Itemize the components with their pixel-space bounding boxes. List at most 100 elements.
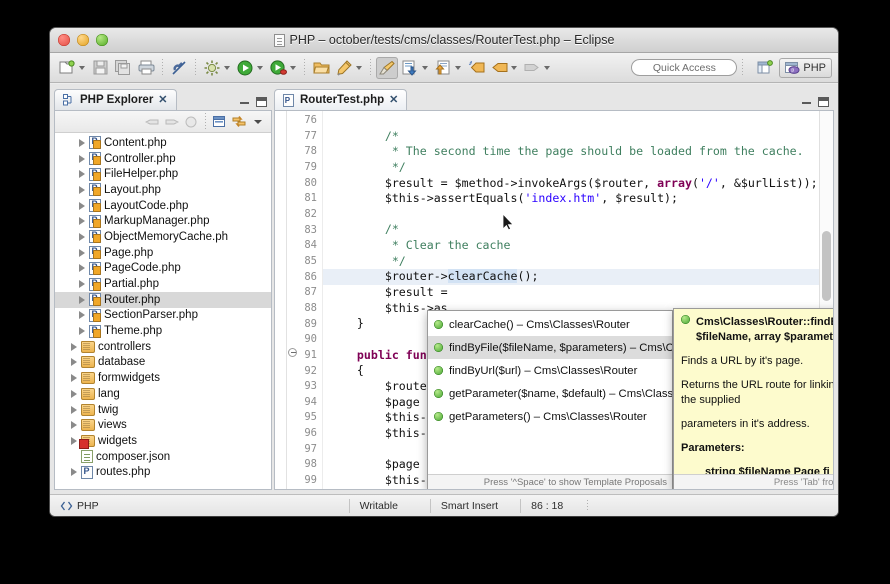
quick-access-input[interactable]: Quick Access: [631, 59, 737, 76]
expand-arrow-icon[interactable]: [69, 374, 78, 383]
tree-item-widgets[interactable]: widgets: [55, 433, 271, 449]
expand-arrow-icon[interactable]: [77, 170, 86, 179]
fold-collapse-icon[interactable]: [288, 348, 297, 357]
tree-item-controller-php[interactable]: Controller.php: [55, 151, 271, 167]
back-navigation-icon[interactable]: [488, 57, 510, 79]
new-file-dropdown-icon[interactable]: [79, 66, 85, 70]
tree-item-routes-php[interactable]: routes.php: [55, 464, 271, 480]
expand-arrow-icon[interactable]: [69, 342, 78, 351]
expand-arrow-icon[interactable]: [69, 468, 78, 477]
upload-dropdown-icon[interactable]: [455, 66, 461, 70]
explorer-tree[interactable]: Content.phpController.phpFileHelper.phpL…: [55, 133, 271, 480]
minimize-icon[interactable]: [802, 101, 811, 104]
tree-item-controllers[interactable]: controllers: [55, 339, 271, 355]
brush-icon[interactable]: [376, 57, 398, 79]
expand-arrow-icon[interactable]: [77, 185, 86, 194]
editor-view-buttons[interactable]: [802, 97, 834, 110]
close-icon[interactable]: ✕: [389, 95, 398, 106]
save-icon[interactable]: [89, 57, 111, 79]
code-line[interactable]: $this->assertEquals('index.htm', $result…: [329, 191, 833, 207]
run-dropdown-icon[interactable]: [257, 66, 263, 70]
explorer-view-buttons[interactable]: [240, 97, 272, 110]
marker-bar[interactable]: [275, 111, 287, 489]
expand-arrow-icon[interactable]: [77, 217, 86, 226]
expand-arrow-icon[interactable]: [69, 358, 78, 367]
tree-item-composer-json[interactable]: composer.json: [55, 449, 271, 465]
perspective-switcher[interactable]: p PHP: [754, 57, 832, 79]
expand-arrow-icon[interactable]: [77, 264, 86, 273]
expand-arrow-icon[interactable]: [77, 327, 86, 336]
tree-item-formwidgets[interactable]: formwidgets: [55, 370, 271, 386]
expand-arrow-icon[interactable]: [69, 389, 78, 398]
open-perspective-icon[interactable]: [754, 57, 776, 79]
maximize-window-button[interactable]: [96, 34, 108, 46]
open-resource-icon[interactable]: [310, 57, 332, 79]
back-dropdown-icon[interactable]: [511, 66, 517, 70]
debug-dropdown-icon[interactable]: [224, 66, 230, 70]
tree-item-router-php[interactable]: Router.php: [55, 292, 271, 308]
maximize-icon[interactable]: [256, 97, 267, 107]
proposal-item[interactable]: findByUrl($url) – Cms\Classes\Router: [428, 359, 672, 382]
tree-item-views[interactable]: views: [55, 417, 271, 433]
run-icon[interactable]: [234, 57, 256, 79]
tab-php-explorer[interactable]: PHP Explorer ✕: [54, 89, 177, 110]
minimize-window-button[interactable]: [77, 34, 89, 46]
expand-arrow-icon[interactable]: [77, 232, 86, 241]
expand-arrow-icon[interactable]: [69, 421, 78, 430]
expand-arrow-icon[interactable]: [69, 436, 78, 445]
close-window-button[interactable]: [58, 34, 70, 46]
proposal-list[interactable]: clearCache() – Cms\Classes\RouterfindByF…: [428, 311, 672, 474]
code-line[interactable]: $result =: [329, 285, 833, 301]
highlight-dropdown-icon[interactable]: [356, 66, 362, 70]
proposal-item[interactable]: getParameter($name, $default) – Cms\Clas…: [428, 382, 672, 405]
highlight-pen-icon[interactable]: [333, 57, 355, 79]
debug-icon[interactable]: [201, 57, 223, 79]
tree-item-markupmanager-php[interactable]: MarkupManager.php: [55, 213, 271, 229]
proposal-item[interactable]: clearCache() – Cms\Classes\Router: [428, 313, 672, 336]
minimize-icon[interactable]: [240, 101, 249, 104]
expand-arrow-icon[interactable]: [77, 295, 86, 304]
disabled-link-icon[interactable]: [168, 57, 190, 79]
download-dropdown-icon[interactable]: [422, 66, 428, 70]
tree-item-layoutcode-php[interactable]: LayoutCode.php: [55, 198, 271, 214]
tab-routertest-php[interactable]: P RouterTest.php ✕: [274, 89, 407, 110]
expand-arrow-icon[interactable]: [77, 201, 86, 210]
forward-navigation-icon[interactable]: [521, 57, 543, 79]
code-line[interactable]: /*: [329, 129, 833, 145]
expand-arrow-icon[interactable]: [77, 138, 86, 147]
proposal-item[interactable]: getParameters() – Cms\Classes\Router: [428, 405, 672, 428]
editor-tab-bar[interactable]: P RouterTest.php ✕: [274, 88, 834, 110]
code-line[interactable]: */: [329, 254, 833, 270]
code-line[interactable]: * The second time the page should be loa…: [329, 144, 833, 160]
next-annotation-icon[interactable]: [465, 57, 487, 79]
proposal-item[interactable]: findByFile($fileName, $parameters) – Cms…: [428, 336, 672, 359]
code-line[interactable]: [329, 207, 833, 223]
expand-arrow-icon[interactable]: [77, 154, 86, 163]
expand-arrow-icon[interactable]: [77, 248, 86, 257]
code-line[interactable]: * Clear the cache: [329, 238, 833, 254]
close-icon[interactable]: ✕: [158, 95, 167, 106]
tree-item-objectmemorycache-ph[interactable]: ObjectMemoryCache.ph: [55, 229, 271, 245]
php-perspective-button[interactable]: p PHP: [779, 58, 832, 78]
window-controls[interactable]: [58, 34, 108, 46]
print-icon[interactable]: [135, 57, 157, 79]
upload-icon[interactable]: [432, 57, 454, 79]
main-toolbar[interactable]: Quick Access p PHP: [50, 53, 838, 83]
tree-item-page-php[interactable]: Page.php: [55, 245, 271, 261]
tree-item-pagecode-php[interactable]: PageCode.php: [55, 261, 271, 277]
tree-item-content-php[interactable]: Content.php: [55, 135, 271, 151]
code-line[interactable]: /*: [329, 222, 833, 238]
code-line[interactable]: $result = $method->invokeArgs($router, a…: [329, 176, 833, 192]
tree-item-layout-php[interactable]: Layout.php: [55, 182, 271, 198]
tree-item-lang[interactable]: lang: [55, 386, 271, 402]
code-line[interactable]: */: [329, 160, 833, 176]
forward-dropdown-icon[interactable]: [544, 66, 550, 70]
code-line[interactable]: $router->clearCache();: [323, 269, 833, 285]
save-all-icon[interactable]: [112, 57, 134, 79]
new-file-icon[interactable]: [56, 57, 78, 79]
download-icon[interactable]: [399, 57, 421, 79]
content-assist-popup[interactable]: clearCache() – Cms\Classes\RouterfindByF…: [427, 310, 673, 490]
profile-icon[interactable]: [267, 57, 289, 79]
explorer-toolbar[interactable]: [55, 111, 271, 133]
maximize-icon[interactable]: [818, 97, 829, 107]
